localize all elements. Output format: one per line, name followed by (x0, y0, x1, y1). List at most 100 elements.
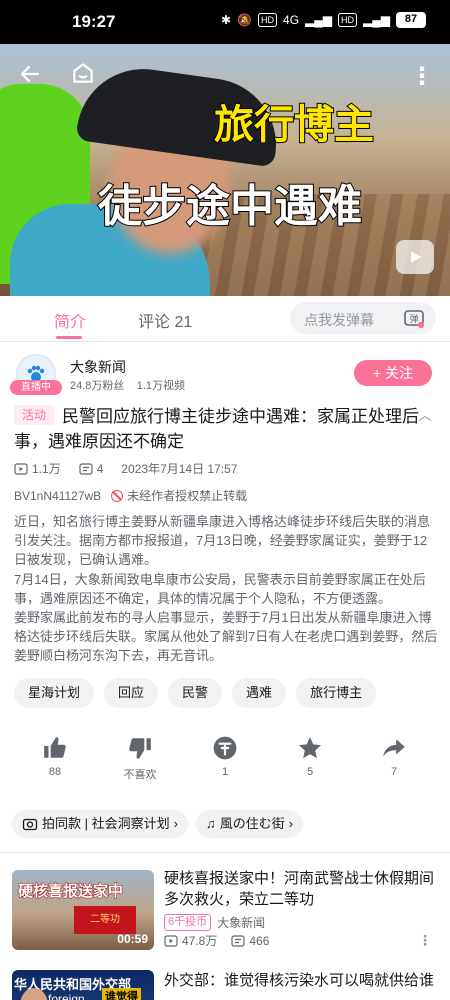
music-pill[interactable]: ♫ 風の住む街 › (195, 810, 304, 838)
uploader-videos: 1.1万视频 (136, 380, 185, 392)
view-count: 1.1万 (32, 462, 61, 476)
status-bar: 19:27 ✱ 🔕 HD 4G ▂▄▆ HD ▂▄▆ 87 (0, 0, 450, 44)
recommended-views: 47.8万 (164, 932, 217, 949)
danmaku-count-icon (79, 462, 93, 475)
recommended-title[interactable]: 外交部：谁觉得核污染水可以喝就供给谁 (164, 970, 436, 991)
dislike-button[interactable]: 不喜欢 (110, 734, 170, 782)
thumbs-up-icon (44, 737, 66, 758)
action-bar: 88 不喜欢 1 5 7 (0, 734, 450, 784)
tag-chip[interactable]: 回应 (104, 678, 159, 708)
danmaku-count: 4 (96, 461, 104, 476)
activity-tag[interactable]: 活动 (14, 405, 54, 425)
description-paragraph: 姜野家属此前发布的寻人启事显示，姜野于7月1日出发从新疆阜康进入博格达徒步环线后… (14, 610, 438, 664)
recommended-comments: 466 (231, 934, 269, 948)
video-overlay-title-1: 旅行博主 (213, 101, 375, 149)
comments-value: 466 (249, 933, 270, 948)
recommended-author: 大象新闻 (217, 916, 266, 930)
back-arrow-icon[interactable] (18, 62, 42, 93)
more-vertical-icon[interactable]: ⋮ (410, 62, 434, 91)
thumbs-down-icon (129, 738, 151, 759)
tag-chip[interactable]: 民警 (168, 678, 223, 708)
chevron-right-icon: › (288, 816, 294, 831)
danmaku-count-icon (231, 934, 245, 947)
active-tab-indicator (56, 336, 82, 339)
hd-icon: HD (258, 13, 278, 27)
dislike-label: 不喜欢 (123, 769, 157, 781)
publish-date: 2023年7月14日 17:57 (121, 462, 238, 476)
coin-tag: 6千投币 (164, 914, 212, 931)
thumbnail-sign: 二等功 (74, 906, 136, 934)
recommended-video[interactable]: 华人民共和国外交部 foreign 谁觉得 外交部：谁觉得核污染水可以喝就供给谁 (12, 970, 438, 1000)
tag-chip[interactable]: 星海计划 (14, 678, 95, 708)
music-note-icon: ♫ (205, 816, 216, 831)
thumbnail-subcaption: foreign (48, 992, 85, 1000)
music-label: 風の住む街 (219, 816, 285, 831)
home-icon[interactable] (70, 60, 96, 93)
copyright-text: 未经作者授权禁止转载 (127, 489, 248, 503)
play-icon[interactable] (396, 240, 434, 274)
danmaku-toggle-button[interactable]: 弹 (392, 302, 436, 334)
copyright-notice: 未经作者授权禁止转载 (111, 487, 247, 504)
tab-intro[interactable]: 简介 (54, 308, 86, 332)
views-icon (14, 462, 28, 475)
svg-text:弹: 弹 (409, 313, 418, 325)
danmaku-input[interactable]: 点我发弹幕 (290, 302, 392, 334)
video-duration: 00:59 (117, 932, 148, 946)
video-overlay-title-2: 徒步途中遇难 (97, 180, 363, 233)
signal-icon: ▂▄▆ (305, 13, 333, 27)
description-paragraph: 7月14日，大象新闻致电阜康市公安局，民警表示目前姜野家属正在处后事，遇难原因还… (14, 571, 426, 606)
video-title: 民警回应旅行博主徒步途中遇难：家属正处理后事，遇难原因还不确定 (14, 407, 419, 451)
recommended-video[interactable]: 硬核喜报送家中 二等功 00:59 硬核喜报送家中！河南武警战士休假期间多次救火… (12, 870, 438, 954)
danmaku-icon: 弹 (404, 310, 425, 329)
same-style-pill[interactable]: 拍同款 | 社会洞察计划 › (12, 810, 188, 838)
signal-icon-2: ▂▄▆ (363, 13, 390, 27)
like-button[interactable]: 88 (25, 734, 85, 778)
thumbnail-banner: 硬核喜报送家中 (17, 883, 124, 901)
chevron-up-icon[interactable]: ︿ (418, 405, 432, 425)
video-id-row: BV1nN41127wB 未经作者授权禁止转载 (14, 487, 247, 504)
share-icon (383, 739, 405, 757)
bvid: BV1nN41127wB (14, 488, 102, 503)
video-thumbnail[interactable]: 硬核喜报送家中 二等功 00:59 (12, 870, 154, 950)
description-paragraph: 近日，知名旅行博主姜野从新疆阜康进入博格达峰徒步环线后失联的消息引发关注。据南方… (14, 514, 431, 568)
tab-comments[interactable]: 评论 21 (138, 308, 192, 332)
prohibited-icon (111, 489, 124, 502)
favorite-button[interactable]: 5 (280, 734, 340, 778)
video-thumbnail[interactable]: 华人民共和国外交部 foreign 谁觉得 (12, 970, 154, 1000)
status-icons: ✱ 🔕 HD 4G ▂▄▆ HD ▂▄▆ 87 (221, 12, 426, 28)
share-count: 7 (390, 766, 398, 778)
uploader-fans: 24.8万粉丝 (70, 380, 125, 392)
follow-button[interactable]: + 关注 (354, 360, 432, 386)
video-description: 近日，知名旅行博主姜野从新疆阜康进入博格达峰徒步环线后失联的消息引发关注。据南方… (14, 512, 438, 666)
coin-button[interactable]: 1 (195, 734, 255, 778)
views-icon (164, 934, 178, 947)
camera-icon (22, 818, 38, 831)
tag-list: 星海计划 回应 民警 遇难 旅行博主 (14, 678, 377, 708)
battery-icon: 87 (396, 12, 426, 28)
favorite-count: 5 (306, 766, 314, 778)
live-badge[interactable]: 直播中 (10, 380, 62, 395)
mute-icon: 🔕 (237, 13, 253, 27)
share-button[interactable]: 7 (364, 734, 424, 778)
tag-chip[interactable]: 遇难 (232, 678, 287, 708)
tag-chip[interactable]: 旅行博主 (296, 678, 377, 708)
network-label: 4G (283, 13, 300, 27)
chevron-right-icon: › (173, 816, 178, 831)
recommended-coin-row: 6千投币 大象新闻 (164, 914, 265, 931)
views-value: 47.8万 (182, 934, 218, 948)
section-divider (0, 852, 450, 853)
same-style-label: 拍同款 | 社会洞察计划 (42, 816, 170, 831)
coin-icon (213, 736, 237, 760)
hd-icon-2: HD (338, 13, 358, 27)
bluetooth-icon: ✱ (221, 13, 232, 27)
recommended-stats: 47.8万 466 (164, 932, 269, 949)
thumbnail-tag: 谁觉得 (102, 988, 141, 1000)
uploader-stats: 24.8万粉丝 1.1万视频 (70, 377, 185, 393)
related-pills: 拍同款 | 社会洞察计划 › ♫ 風の住む街 › (12, 810, 304, 838)
recommended-title[interactable]: 硬核喜报送家中！河南武警战士休假期间多次救火，荣立二等功 (164, 868, 436, 910)
status-time: 19:27 (72, 12, 116, 31)
uploader-name[interactable]: 大象新闻 (70, 357, 126, 377)
star-icon (298, 737, 322, 759)
like-count: 88 (48, 766, 62, 778)
more-vertical-icon[interactable]: ⋮ (418, 932, 432, 949)
